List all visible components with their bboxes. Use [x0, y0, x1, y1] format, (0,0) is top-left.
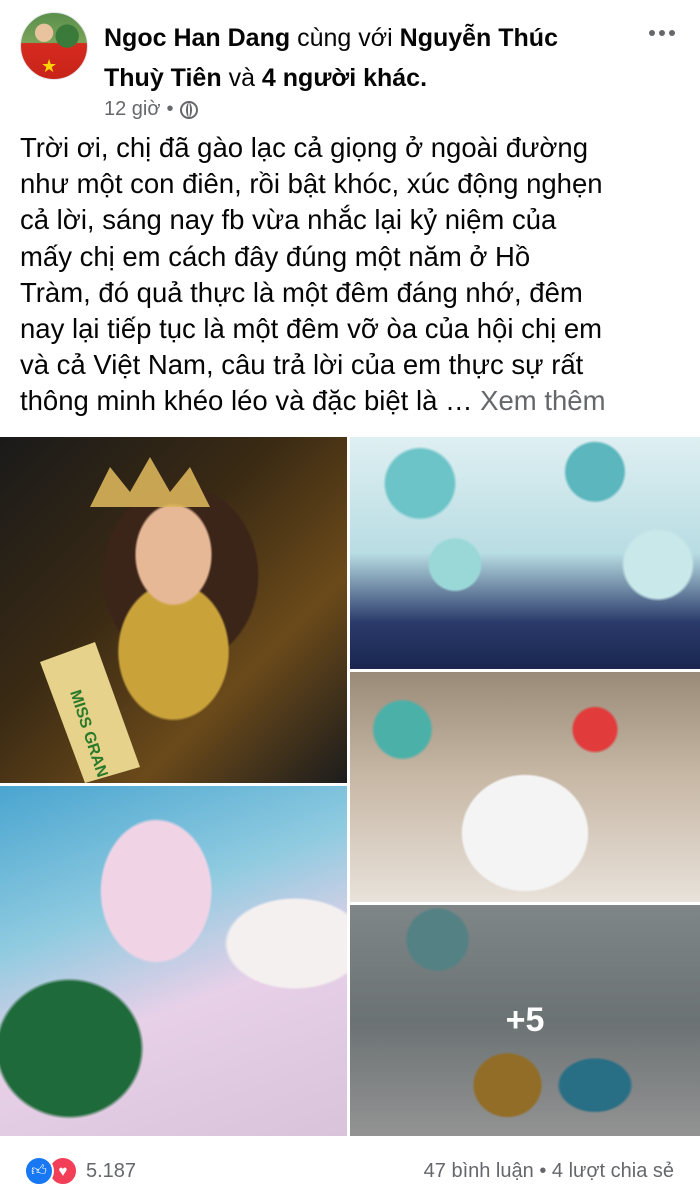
dot-icon — [649, 30, 655, 36]
more-photos-overlay[interactable]: +5 — [350, 905, 700, 1136]
post-meta: 12 giờ • — [104, 98, 198, 121]
crown-sash-illustration: MISS GRAN — [40, 457, 210, 783]
dot-icon — [669, 30, 675, 36]
photo-group-more[interactable]: +5 — [350, 905, 700, 1136]
with-text: cùng với — [297, 24, 393, 52]
comments-count[interactable]: 47 bình luận — [424, 1160, 534, 1182]
reaction-count: 5.187 — [86, 1159, 137, 1182]
author-avatar[interactable]: ★ — [20, 12, 88, 80]
meta-separator: • — [166, 98, 174, 120]
post-timestamp[interactable]: 12 giờ — [104, 98, 160, 121]
more-options-button[interactable] — [642, 18, 682, 48]
see-more-link[interactable]: Xem thêm — [480, 385, 605, 416]
photo-group-onesies[interactable] — [350, 672, 700, 902]
author-name[interactable]: Ngoc Han Dang — [104, 24, 290, 52]
flag-star-icon: ★ — [41, 56, 58, 76]
shares-count[interactable]: 4 lượt chia sẻ — [552, 1160, 674, 1182]
tagged-others[interactable]: 4 người khác. — [262, 64, 427, 92]
globe-icon — [179, 100, 198, 119]
post-author-line: Ngoc Han Dang cùng với Nguyễn Thúc Thuỳ … — [104, 18, 624, 98]
dot-icon — [659, 30, 665, 36]
like-icon: 👍︎ — [24, 1156, 54, 1186]
photo-crowning[interactable]: MISS GRAN — [0, 437, 347, 783]
post-footer: 👍︎ ♥ 5.187 47 bình luận • 4 lượt chia sẻ — [0, 1148, 700, 1198]
post-body: Trời ơi, chị đã gào lạc cả giọng ở ngoài… — [20, 130, 692, 420]
more-photos-count: +5 — [505, 1001, 545, 1039]
photo-party-balloons[interactable] — [350, 437, 700, 669]
and-text: và — [228, 64, 255, 92]
photo-unicorn-costumes[interactable] — [0, 786, 347, 1136]
stats-separator: • — [539, 1160, 547, 1182]
engagement-stats: 47 bình luận • 4 lượt chia sẻ — [424, 1160, 674, 1183]
post-body-text: Trời ơi, chị đã gào lạc cả giọng ở ngoài… — [20, 132, 603, 417]
reactions-summary[interactable]: 👍︎ ♥ 5.187 — [24, 1156, 136, 1186]
